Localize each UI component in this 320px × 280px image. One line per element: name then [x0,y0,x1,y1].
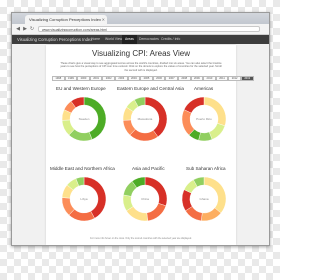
year-button[interactable]: 2000 [77,76,90,81]
year-button[interactable]: 2011 [215,76,229,81]
region-label: Eastern Europe and Central Asia [117,86,184,91]
donut-center-label: Macedonia [137,117,153,121]
year-button-selected[interactable]: 2013 [240,76,254,81]
region-label: Middle East and Northern Africa [50,166,115,171]
year-button[interactable]: 2006 [152,76,166,81]
year-button[interactable]: 1998 [52,76,65,81]
site-brand[interactable]: Visualizing Corruption Perceptions Index [17,35,92,44]
donut-center-label: Puerto Rico [196,117,212,121]
close-icon[interactable]: ✕ [102,15,105,24]
year-button[interactable]: 2012 [228,76,241,81]
year-button[interactable]: 2002 [102,76,115,81]
year-button[interactable]: 2008 [177,76,191,81]
year-button[interactable]: 2009 [190,76,204,81]
nav-home[interactable]: Home [88,35,103,44]
year-button[interactable]: 2010 [203,76,216,81]
browser-tab-title: Visualizing Corruption Perceptions Index [29,17,101,22]
address-bar[interactable]: www.visualizingcorruption.com/areas.html [38,26,260,32]
site-navbar: Visualizing Corruption Perceptions Index… [12,35,269,44]
main-content: Visualizing CPI: Areas View These charts… [46,45,254,245]
donut-center-label: China [141,197,149,201]
nav-credits[interactable]: Credits / Info [158,35,183,44]
year-button[interactable]: 2003 [114,76,128,81]
footnote: For more info hover on the rows. Only th… [90,237,192,240]
back-icon[interactable]: ◀ [15,26,21,32]
donut-center-label: Libya [80,197,88,201]
url-text: www.visualizingcorruption.com/areas.html [42,28,107,32]
nav-areas[interactable]: Areas [122,35,137,44]
year-selector: 1998 1999 2000 2001 2002 2003 2004 2005 … [52,76,254,82]
region-label: EU and Western Europe [56,86,106,91]
year-button[interactable]: 2004 [127,76,141,81]
page-title: Visualizing CPI: Areas View [92,49,190,58]
donut-center-label: Sweden [78,117,90,121]
region-label: Asia and Pacific [132,166,165,171]
region-label: Americas [194,86,214,91]
reload-icon[interactable]: ↻ [29,26,35,32]
year-button[interactable]: 2001 [89,76,103,81]
forward-icon[interactable]: ▶ [22,26,28,32]
browser-tab[interactable]: Visualizing Corruption Perceptions Index… [25,15,107,24]
year-button[interactable]: 2007 [165,76,178,81]
tab-strip: Visualizing Corruption Perceptions Index… [12,13,269,24]
region-label: Sub Saharan Africa [186,166,226,171]
year-button[interactable]: 2005 [140,76,153,81]
browser-window: Visualizing Corruption Perceptions Index… [11,12,270,246]
browser-toolbar: ◀ ▶ ↻ www.visualizingcorruption.com/area… [12,24,269,35]
donut-center-label: Ghana [199,197,209,201]
year-button[interactable]: 1999 [64,76,78,81]
intro-text: These charts give a visual way to see ag… [60,62,222,72]
